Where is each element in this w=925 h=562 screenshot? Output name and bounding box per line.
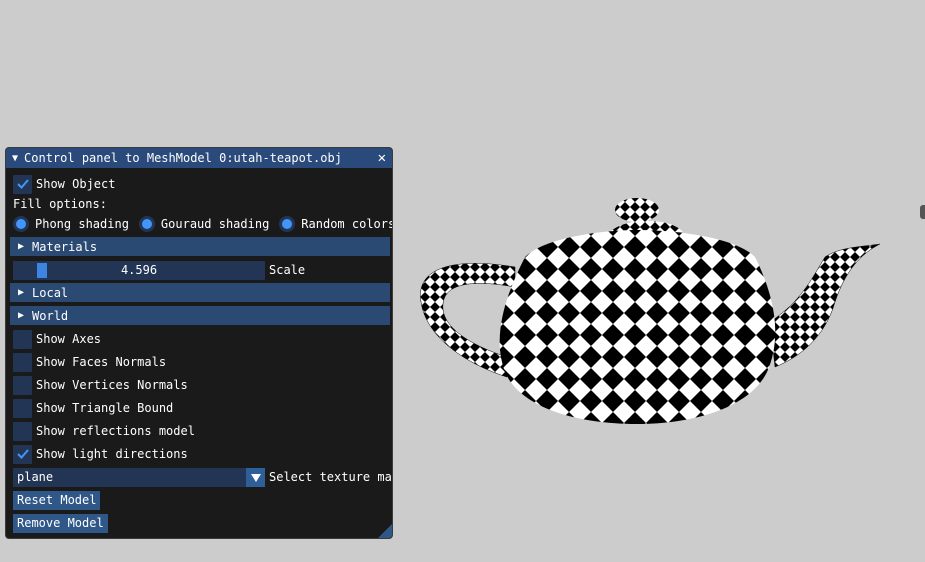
radio-random-colors[interactable] [279,216,296,232]
fill-options-radio-group: Phong shading Gouraud shading Random col… [13,214,392,234]
resize-grip-icon[interactable] [378,524,392,538]
window-titlebar[interactable]: ▼ Control panel to MeshModel 0:utah-teap… [6,148,392,168]
show-faces-normals-checkbox[interactable]: Show Faces Normals [13,352,166,372]
show-axes-label: Show Axes [36,332,102,346]
close-icon[interactable]: ✕ [378,149,386,167]
show-object-label: Show Object [36,177,116,191]
local-label: Local [32,285,69,300]
show-light-directions-checkbox[interactable]: Show light directions [13,444,188,464]
world-label: World [32,308,69,323]
viewport-edge-marker [920,205,925,219]
radio-phong-label[interactable]: Phong shading [35,217,129,231]
show-vertices-normals-checkbox[interactable]: Show Vertices Normals [13,375,188,395]
triangle-right-icon: ▶ [18,287,25,298]
show-axes-checkbox[interactable]: Show Axes [13,329,101,349]
texture-label: Select texture ma [269,470,392,484]
checkmark-icon[interactable] [13,174,32,194]
radio-gouraud[interactable] [138,216,155,232]
show-reflections-model-label: Show reflections model [36,424,195,438]
local-header[interactable]: ▶ Local [10,283,390,302]
teapot-render [415,192,885,432]
fill-options-label: Fill options: [13,197,107,211]
triangle-right-icon: ▶ [18,310,25,321]
show-vertices-normals-label: Show Vertices Normals [36,378,188,392]
window-title: Control panel to MeshModel 0:utah-teapot… [24,151,342,165]
show-light-directions-label: Show light directions [36,447,188,461]
radio-random-colors-label[interactable]: Random colors [301,217,392,231]
show-faces-normals-label: Show Faces Normals [36,355,167,369]
control-panel-window: ▼ Control panel to MeshModel 0:utah-teap… [5,147,393,539]
materials-label: Materials [32,239,98,254]
show-triangle-bound-label: Show Triangle Bound [36,401,174,415]
texture-combo-value: plane [17,470,54,484]
checkmark-icon[interactable] [13,444,32,464]
show-triangle-bound-checkbox[interactable]: Show Triangle Bound [13,398,173,418]
reset-model-button[interactable]: Reset Model [13,491,101,510]
materials-header[interactable]: ▶ Materials [10,237,390,256]
scale-label: Scale [269,263,306,277]
collapse-triangle-icon[interactable]: ▼ [12,153,18,164]
radio-gouraud-label[interactable]: Gouraud shading [161,217,269,231]
show-object-checkbox[interactable]: Show Object [13,174,115,194]
remove-model-button[interactable]: Remove Model [13,514,108,533]
texture-combo[interactable]: plane [13,468,265,487]
show-reflections-model-checkbox[interactable]: Show reflections model [13,421,195,441]
chevron-down-icon[interactable] [246,468,265,487]
radio-phong[interactable] [13,216,29,232]
scale-value: 4.596 [120,263,158,277]
triangle-right-icon: ▶ [18,241,25,252]
world-header[interactable]: ▶ World [10,306,390,325]
scale-slider[interactable]: 4.596 [13,261,265,280]
